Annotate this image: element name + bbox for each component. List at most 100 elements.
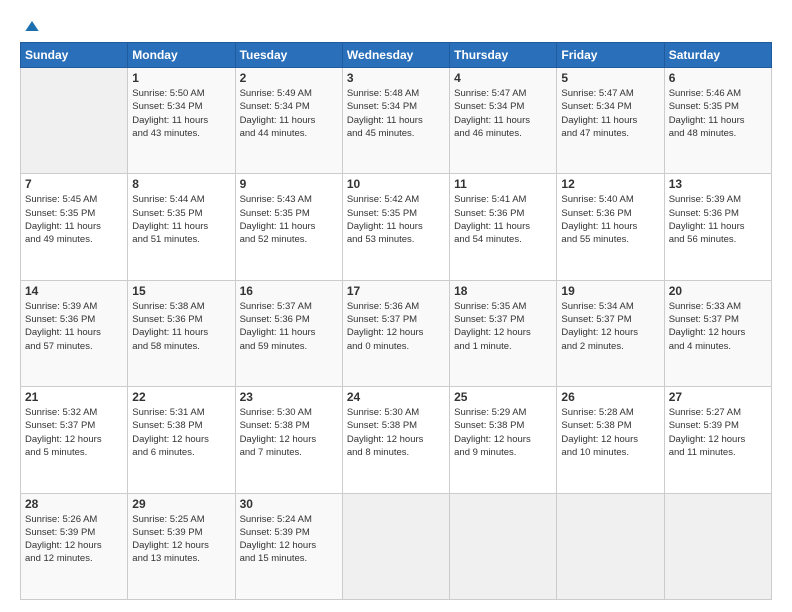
calendar-cell: 18 Sunrise: 5:35 AM Sunset: 5:37 PM Dayli…	[450, 280, 557, 386]
calendar-cell: 15 Sunrise: 5:38 AM Sunset: 5:36 PM Dayli…	[128, 280, 235, 386]
weekday-header-row: SundayMondayTuesdayWednesdayThursdayFrid…	[21, 43, 772, 68]
calendar-cell: 17 Sunrise: 5:36 AM Sunset: 5:37 PM Dayli…	[342, 280, 449, 386]
weekday-header-saturday: Saturday	[664, 43, 771, 68]
day-number: 15	[132, 284, 230, 298]
day-info: Sunrise: 5:26 AM Sunset: 5:39 PM Dayligh…	[25, 513, 123, 566]
day-number: 4	[454, 71, 552, 85]
week-row-1: 7 Sunrise: 5:45 AM Sunset: 5:35 PM Daylig…	[21, 174, 772, 280]
day-info: Sunrise: 5:24 AM Sunset: 5:39 PM Dayligh…	[240, 513, 338, 566]
day-number: 6	[669, 71, 767, 85]
calendar-cell: 29 Sunrise: 5:25 AM Sunset: 5:39 PM Dayli…	[128, 493, 235, 599]
week-row-2: 14 Sunrise: 5:39 AM Sunset: 5:36 PM Dayli…	[21, 280, 772, 386]
day-number: 26	[561, 390, 659, 404]
day-number: 3	[347, 71, 445, 85]
logo-icon	[22, 16, 42, 36]
day-number: 16	[240, 284, 338, 298]
day-number: 5	[561, 71, 659, 85]
calendar-cell: 12 Sunrise: 5:40 AM Sunset: 5:36 PM Dayli…	[557, 174, 664, 280]
day-number: 1	[132, 71, 230, 85]
day-number: 19	[561, 284, 659, 298]
day-number: 22	[132, 390, 230, 404]
weekday-header-tuesday: Tuesday	[235, 43, 342, 68]
day-number: 28	[25, 497, 123, 511]
day-number: 24	[347, 390, 445, 404]
day-number: 13	[669, 177, 767, 191]
day-number: 7	[25, 177, 123, 191]
day-info: Sunrise: 5:47 AM Sunset: 5:34 PM Dayligh…	[561, 87, 659, 140]
day-number: 29	[132, 497, 230, 511]
week-row-4: 28 Sunrise: 5:26 AM Sunset: 5:39 PM Dayli…	[21, 493, 772, 599]
calendar-cell: 11 Sunrise: 5:41 AM Sunset: 5:36 PM Dayli…	[450, 174, 557, 280]
day-info: Sunrise: 5:30 AM Sunset: 5:38 PM Dayligh…	[240, 406, 338, 459]
day-info: Sunrise: 5:47 AM Sunset: 5:34 PM Dayligh…	[454, 87, 552, 140]
day-info: Sunrise: 5:48 AM Sunset: 5:34 PM Dayligh…	[347, 87, 445, 140]
header	[20, 16, 772, 32]
calendar-cell: 28 Sunrise: 5:26 AM Sunset: 5:39 PM Dayli…	[21, 493, 128, 599]
day-info: Sunrise: 5:29 AM Sunset: 5:38 PM Dayligh…	[454, 406, 552, 459]
calendar-cell: 13 Sunrise: 5:39 AM Sunset: 5:36 PM Dayli…	[664, 174, 771, 280]
calendar-cell: 10 Sunrise: 5:42 AM Sunset: 5:35 PM Dayli…	[342, 174, 449, 280]
weekday-header-friday: Friday	[557, 43, 664, 68]
week-row-3: 21 Sunrise: 5:32 AM Sunset: 5:37 PM Dayli…	[21, 387, 772, 493]
calendar-cell: 21 Sunrise: 5:32 AM Sunset: 5:37 PM Dayli…	[21, 387, 128, 493]
day-number: 25	[454, 390, 552, 404]
day-info: Sunrise: 5:25 AM Sunset: 5:39 PM Dayligh…	[132, 513, 230, 566]
calendar-cell: 24Sunrise: 5:30 AM Sunset: 5:38 PM Dayli…	[342, 387, 449, 493]
day-info: Sunrise: 5:39 AM Sunset: 5:36 PM Dayligh…	[669, 193, 767, 246]
logo	[20, 16, 42, 32]
calendar-cell: 14 Sunrise: 5:39 AM Sunset: 5:36 PM Dayli…	[21, 280, 128, 386]
week-row-0: 1Sunrise: 5:50 AM Sunset: 5:34 PM Daylig…	[21, 68, 772, 174]
calendar-cell: 16 Sunrise: 5:37 AM Sunset: 5:36 PM Dayli…	[235, 280, 342, 386]
day-number: 8	[132, 177, 230, 191]
day-number: 2	[240, 71, 338, 85]
calendar-cell: 8 Sunrise: 5:44 AM Sunset: 5:35 PM Daylig…	[128, 174, 235, 280]
day-info: Sunrise: 5:39 AM Sunset: 5:36 PM Dayligh…	[25, 300, 123, 353]
calendar-cell: 22 Sunrise: 5:31 AM Sunset: 5:38 PM Dayli…	[128, 387, 235, 493]
day-info: Sunrise: 5:41 AM Sunset: 5:36 PM Dayligh…	[454, 193, 552, 246]
day-info: Sunrise: 5:49 AM Sunset: 5:34 PM Dayligh…	[240, 87, 338, 140]
day-info: Sunrise: 5:38 AM Sunset: 5:36 PM Dayligh…	[132, 300, 230, 353]
day-number: 17	[347, 284, 445, 298]
day-number: 18	[454, 284, 552, 298]
calendar-cell: 27Sunrise: 5:27 AM Sunset: 5:39 PM Dayli…	[664, 387, 771, 493]
day-info: Sunrise: 5:37 AM Sunset: 5:36 PM Dayligh…	[240, 300, 338, 353]
day-info: Sunrise: 5:45 AM Sunset: 5:35 PM Dayligh…	[25, 193, 123, 246]
day-info: Sunrise: 5:42 AM Sunset: 5:35 PM Dayligh…	[347, 193, 445, 246]
day-info: Sunrise: 5:40 AM Sunset: 5:36 PM Dayligh…	[561, 193, 659, 246]
day-info: Sunrise: 5:44 AM Sunset: 5:35 PM Dayligh…	[132, 193, 230, 246]
weekday-header-thursday: Thursday	[450, 43, 557, 68]
calendar-cell: 25 Sunrise: 5:29 AM Sunset: 5:38 PM Dayli…	[450, 387, 557, 493]
day-number: 20	[669, 284, 767, 298]
calendar-cell: 9 Sunrise: 5:43 AM Sunset: 5:35 PM Daylig…	[235, 174, 342, 280]
day-number: 10	[347, 177, 445, 191]
day-number: 12	[561, 177, 659, 191]
day-info: Sunrise: 5:33 AM Sunset: 5:37 PM Dayligh…	[669, 300, 767, 353]
calendar-cell: 30 Sunrise: 5:24 AM Sunset: 5:39 PM Dayli…	[235, 493, 342, 599]
calendar-cell: 19 Sunrise: 5:34 AM Sunset: 5:37 PM Dayli…	[557, 280, 664, 386]
day-info: Sunrise: 5:43 AM Sunset: 5:35 PM Dayligh…	[240, 193, 338, 246]
day-info: Sunrise: 5:46 AM Sunset: 5:35 PM Dayligh…	[669, 87, 767, 140]
day-number: 11	[454, 177, 552, 191]
day-info: Sunrise: 5:34 AM Sunset: 5:37 PM Dayligh…	[561, 300, 659, 353]
day-info: Sunrise: 5:28 AM Sunset: 5:38 PM Dayligh…	[561, 406, 659, 459]
calendar-cell: 20 Sunrise: 5:33 AM Sunset: 5:37 PM Dayli…	[664, 280, 771, 386]
day-info: Sunrise: 5:36 AM Sunset: 5:37 PM Dayligh…	[347, 300, 445, 353]
calendar-cell	[664, 493, 771, 599]
calendar-cell	[21, 68, 128, 174]
calendar-cell: 26 Sunrise: 5:28 AM Sunset: 5:38 PM Dayli…	[557, 387, 664, 493]
day-number: 27	[669, 390, 767, 404]
day-info: Sunrise: 5:32 AM Sunset: 5:37 PM Dayligh…	[25, 406, 123, 459]
day-number: 30	[240, 497, 338, 511]
day-number: 21	[25, 390, 123, 404]
calendar-table: SundayMondayTuesdayWednesdayThursdayFrid…	[20, 42, 772, 600]
calendar-cell: 1Sunrise: 5:50 AM Sunset: 5:34 PM Daylig…	[128, 68, 235, 174]
day-number: 9	[240, 177, 338, 191]
calendar-cell: 23Sunrise: 5:30 AM Sunset: 5:38 PM Dayli…	[235, 387, 342, 493]
day-info: Sunrise: 5:31 AM Sunset: 5:38 PM Dayligh…	[132, 406, 230, 459]
calendar-cell: 5 Sunrise: 5:47 AM Sunset: 5:34 PM Daylig…	[557, 68, 664, 174]
day-number: 14	[25, 284, 123, 298]
day-info: Sunrise: 5:35 AM Sunset: 5:37 PM Dayligh…	[454, 300, 552, 353]
calendar-cell: 2 Sunrise: 5:49 AM Sunset: 5:34 PM Daylig…	[235, 68, 342, 174]
calendar-cell	[450, 493, 557, 599]
calendar-cell: 6 Sunrise: 5:46 AM Sunset: 5:35 PM Daylig…	[664, 68, 771, 174]
